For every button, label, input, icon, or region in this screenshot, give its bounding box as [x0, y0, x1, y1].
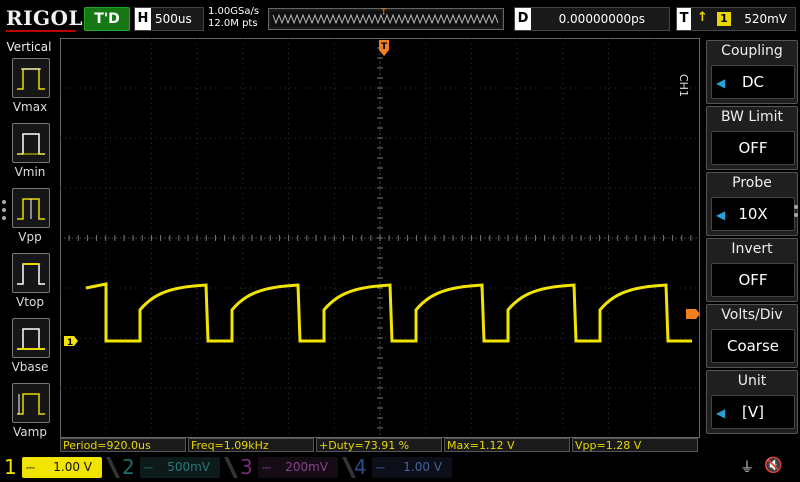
measure-label: Vmax [12, 100, 48, 114]
trigger-label: T [677, 8, 691, 30]
delay-box[interactable]: D 0.00000000ps [514, 7, 670, 31]
menu-value: [V] [742, 403, 764, 421]
channel-3-status[interactable]: 3 ⎓ 200mV [236, 455, 346, 480]
menu-page-indicator [794, 205, 798, 221]
graticule: T 1 [59, 37, 700, 439]
delay-label: D [515, 8, 531, 30]
svg-text:1: 1 [67, 338, 73, 348]
channel-bar: 1 ⎓ 1.00 V 2 ⎓ 500mV 3 ⎓ 200mV 4 ⎓ 1.00 … [0, 455, 800, 480]
menu-title: Invert [731, 241, 773, 257]
dc-coupling-icon: ⎓ [376, 461, 385, 474]
measure-vmax[interactable]: Vmax [12, 58, 52, 122]
brand-logo: RIGOL [6, 6, 84, 30]
horizontal-label: H [135, 8, 151, 30]
top-status-bar: RIGOL T'D H 500us 1.00GSa/s 12.0M pts T … [0, 0, 800, 38]
measurement-frequency[interactable]: Freq=1.09kHz [188, 438, 314, 452]
measure-vamp[interactable]: Vamp [12, 383, 52, 447]
measurement-vpp[interactable]: Vpp=1.28 V [572, 438, 698, 452]
menu-title: BW Limit [720, 109, 784, 125]
channel-number: 1 [4, 455, 17, 479]
memory-overview[interactable]: T [268, 8, 504, 30]
menu-title: Unit [737, 373, 767, 389]
trigger-level: 520mV [744, 12, 787, 26]
trigger-box[interactable]: T ↑ 1 520mV [676, 7, 796, 31]
menu-title: Probe [732, 175, 772, 191]
measurement-bar: Period=920.0us Freq=1.09kHz +Duty=73.91 … [60, 438, 700, 453]
rising-edge-icon: ↑ [697, 10, 708, 25]
trigger-position-marker: T [381, 8, 387, 18]
trigger-source: 1 [717, 12, 731, 26]
run-status-badge[interactable]: T'D [84, 7, 130, 31]
sample-rate: 1.00GSa/s [208, 6, 260, 17]
svg-text:T: T [381, 42, 388, 52]
channel-number: 4 [354, 455, 367, 479]
channel-menu: CH1 Coupling ◀ DC BW Limit OFF Probe ◀ 1… [677, 38, 800, 438]
delay-value: 0.00000000ps [558, 12, 645, 26]
measurement-duty[interactable]: +Duty=73.91 % [316, 438, 442, 452]
speaker-muted-icon[interactable]: 🔇 [764, 456, 783, 474]
measure-panel: Vertical Vmax Vmin Vpp Vtop Vbase Vamp [0, 38, 58, 439]
acquisition-info: 1.00GSa/s 12.0M pts [208, 6, 259, 30]
vtop-icon [12, 253, 50, 293]
menu-value: OFF [738, 139, 768, 157]
measure-vpp[interactable]: Vpp [12, 188, 52, 252]
vmin-icon [12, 123, 50, 163]
channel-scale: 1.00 V [53, 460, 92, 474]
measure-vtop[interactable]: Vtop [12, 253, 52, 317]
vamp-icon [12, 383, 50, 423]
menu-value: OFF [738, 271, 768, 289]
measure-label: Vamp [13, 425, 47, 439]
channel-scale: 1.00 V [403, 460, 442, 474]
usb-icon: ⏚ [740, 460, 754, 476]
channel-number: 3 [240, 455, 253, 479]
page-indicator [2, 200, 6, 224]
dc-coupling-icon: ⎓ [144, 461, 153, 474]
menu-bw-limit[interactable]: BW Limit OFF [706, 106, 798, 170]
measure-label: Vmin [14, 165, 46, 179]
measure-label: Vbase [11, 360, 49, 374]
memory-depth: 12.0M pts [208, 18, 258, 29]
menu-value: 10X [738, 205, 768, 223]
channel-2-status[interactable]: 2 ⎓ 500mV [118, 455, 228, 480]
timebase-value: 500us [155, 12, 192, 26]
vbase-icon [12, 318, 50, 358]
measure-vbase[interactable]: Vbase [12, 318, 52, 382]
menu-unit[interactable]: Unit ◀ [V] [706, 370, 798, 434]
vpp-icon [12, 188, 50, 228]
channel-scale: 200mV [285, 460, 328, 474]
measure-category-title: Vertical [6, 40, 52, 54]
measurement-max[interactable]: Max=1.12 V [444, 438, 570, 452]
measure-label: Vtop [16, 295, 44, 309]
measure-vmin[interactable]: Vmin [12, 123, 52, 187]
channel-1-status[interactable]: 1 ⎓ 1.00 V [0, 455, 110, 480]
measurement-period[interactable]: Period=920.0us [60, 438, 186, 452]
dc-coupling-icon: ⎓ [262, 461, 271, 474]
menu-value: Coarse [726, 337, 780, 355]
menu-probe[interactable]: Probe ◀ 10X [706, 172, 798, 236]
menu-volts-div[interactable]: Volts/Div Coarse [706, 304, 798, 368]
menu-coupling[interactable]: Coupling ◀ DC [706, 40, 798, 104]
menu-invert[interactable]: Invert OFF [706, 238, 798, 302]
timebase-box[interactable]: H 500us [134, 7, 204, 31]
menu-title: Volts/Div [721, 307, 783, 323]
vmax-icon [12, 58, 50, 98]
measure-label: Vpp [18, 230, 42, 244]
menu-channel-tag: CH1 [677, 74, 690, 97]
channel-number: 2 [122, 455, 135, 479]
dc-coupling-icon: ⎓ [26, 461, 35, 474]
channel-scale: 500mV [167, 460, 210, 474]
logo-underline [6, 30, 76, 32]
menu-title: Coupling [721, 43, 783, 59]
menu-value: DC [741, 73, 765, 91]
channel-4-status[interactable]: 4 ⎓ 1.00 V [350, 455, 460, 480]
waveform-display[interactable]: T 1 [59, 37, 700, 439]
